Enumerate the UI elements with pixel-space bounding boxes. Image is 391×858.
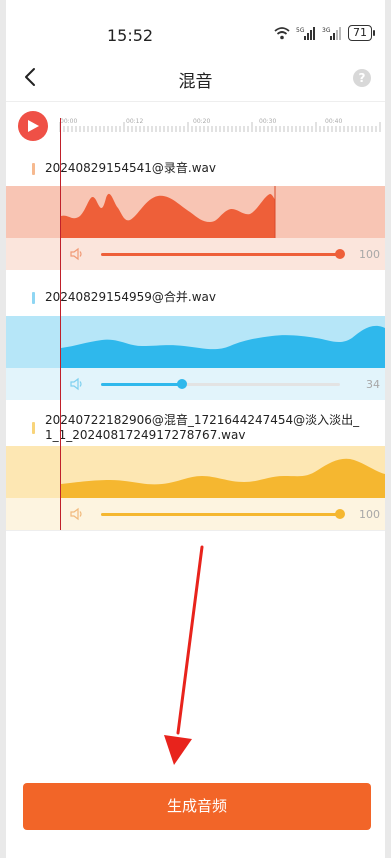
tick-label: 00:00 bbox=[60, 118, 78, 125]
header-divider bbox=[6, 101, 385, 102]
annotation-arrow bbox=[164, 545, 204, 765]
track-waveform[interactable] bbox=[6, 316, 385, 368]
help-button[interactable]: ? bbox=[353, 69, 371, 87]
battery-indicator: 71 bbox=[348, 25, 375, 41]
volume-slider[interactable] bbox=[101, 249, 345, 259]
volume-value: 100 bbox=[359, 508, 380, 521]
track-color-marker bbox=[32, 292, 35, 304]
track-color-marker bbox=[32, 163, 35, 175]
track-color-marker bbox=[32, 422, 35, 434]
track-name: 20240829154959@合并.wav bbox=[45, 290, 216, 304]
track-name: 20240829154541@录音.wav bbox=[45, 161, 216, 175]
volume-slider[interactable] bbox=[101, 379, 340, 389]
signal-5g-icon: 5G bbox=[296, 27, 315, 40]
volume-slider-fill bbox=[101, 513, 340, 516]
tick-label: 00:30 bbox=[259, 118, 277, 125]
timeline-ruler[interactable]: 00:00 00:12 00:20 00:30 00:40 bbox=[58, 112, 385, 142]
status-icons: 5G 3G 71 bbox=[274, 24, 375, 42]
speaker-icon bbox=[70, 247, 82, 261]
tick-label: 00:20 bbox=[193, 118, 211, 125]
waveform-shape bbox=[61, 325, 385, 368]
volume-slider-knob[interactable] bbox=[335, 249, 345, 259]
tick-label: 00:12 bbox=[126, 118, 144, 125]
svg-text:5G: 5G bbox=[296, 27, 305, 34]
track-name: 20240722182906@混音_1721644247454@淡入淡出_1_1… bbox=[45, 413, 360, 442]
volume-slider-fill bbox=[101, 253, 340, 256]
svg-text:3G: 3G bbox=[322, 27, 331, 34]
status-time: 15:52 bbox=[107, 26, 154, 45]
playhead[interactable] bbox=[60, 118, 61, 530]
tick-label: 00:40 bbox=[325, 118, 343, 125]
speaker-icon bbox=[70, 377, 82, 391]
volume-slider[interactable] bbox=[101, 509, 345, 519]
wifi-icon bbox=[274, 26, 290, 39]
waveform-shape bbox=[61, 186, 276, 238]
volume-slider-knob[interactable] bbox=[335, 509, 345, 519]
generate-audio-button[interactable]: 生成音频 bbox=[23, 783, 371, 830]
page-title: 混音 bbox=[178, 72, 213, 92]
waveform-shape bbox=[61, 458, 385, 498]
tracks-divider bbox=[6, 530, 385, 531]
play-button[interactable] bbox=[18, 111, 48, 141]
signal-3g-icon: 3G bbox=[322, 27, 341, 40]
track-waveform[interactable] bbox=[6, 186, 385, 238]
speaker-icon bbox=[70, 507, 82, 521]
play-icon bbox=[28, 120, 39, 132]
volume-value: 100 bbox=[359, 248, 380, 261]
volume-value: 34 bbox=[366, 378, 380, 391]
ruler-ticks bbox=[59, 122, 381, 132]
track-waveform[interactable] bbox=[6, 446, 385, 498]
volume-slider-fill bbox=[101, 383, 183, 386]
phone-screen: 15:52 5G 3G 71 混音 ? 00:00 00:12 00:20 00… bbox=[6, 0, 385, 858]
